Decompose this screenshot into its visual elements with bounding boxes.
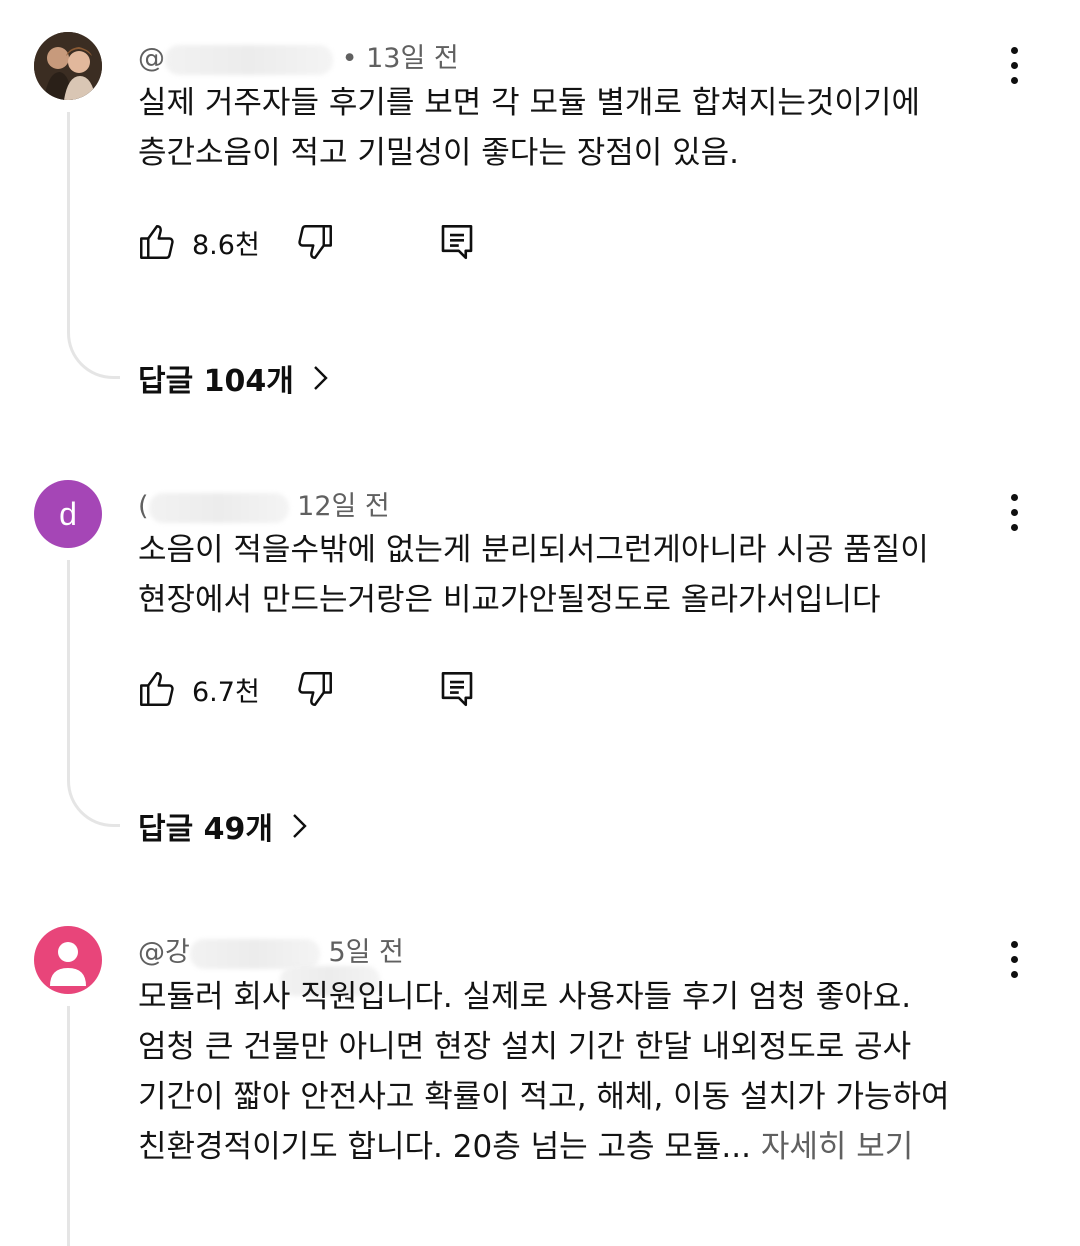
- comment-line: 엄청 큰 건물만 아니면 현장 설치 기간 한달 내외정도로 공사: [138, 1029, 912, 1065]
- thread-line: [67, 1006, 120, 1246]
- comment-text: 모듈러 회사 직원입니다. 실제로 사용자들 후기 엄청 좋아요. 엄청 큰 건…: [138, 972, 1018, 1172]
- default-avatar-icon: [50, 942, 86, 986]
- comment-time: 5일 전: [328, 937, 404, 968]
- comment-3: @강 5일 전 모듈러 회사 직원입니다. 실제로 사용자들 후기 엄청 좋아요…: [0, 0, 1080, 1246]
- read-more-link[interactable]: 자세히 보기: [751, 1129, 913, 1165]
- comment-line: 기간이 짧아 안전사고 확률이 적고, 해체, 이동 설치가 가능하여: [138, 1079, 950, 1115]
- comment-line: 친환경적이기도 합니다. 20층 넘는 고층 모듈...: [138, 1129, 751, 1165]
- comment-meta: @강 5일 전: [138, 930, 404, 969]
- author-handle[interactable]: @강: [138, 937, 190, 968]
- comment-line: 모듈러 회사 직원입니다. 실제로 사용자들 후기 엄청 좋아요.: [138, 979, 912, 1015]
- avatar[interactable]: [34, 926, 102, 994]
- redacted-author: [189, 938, 320, 969]
